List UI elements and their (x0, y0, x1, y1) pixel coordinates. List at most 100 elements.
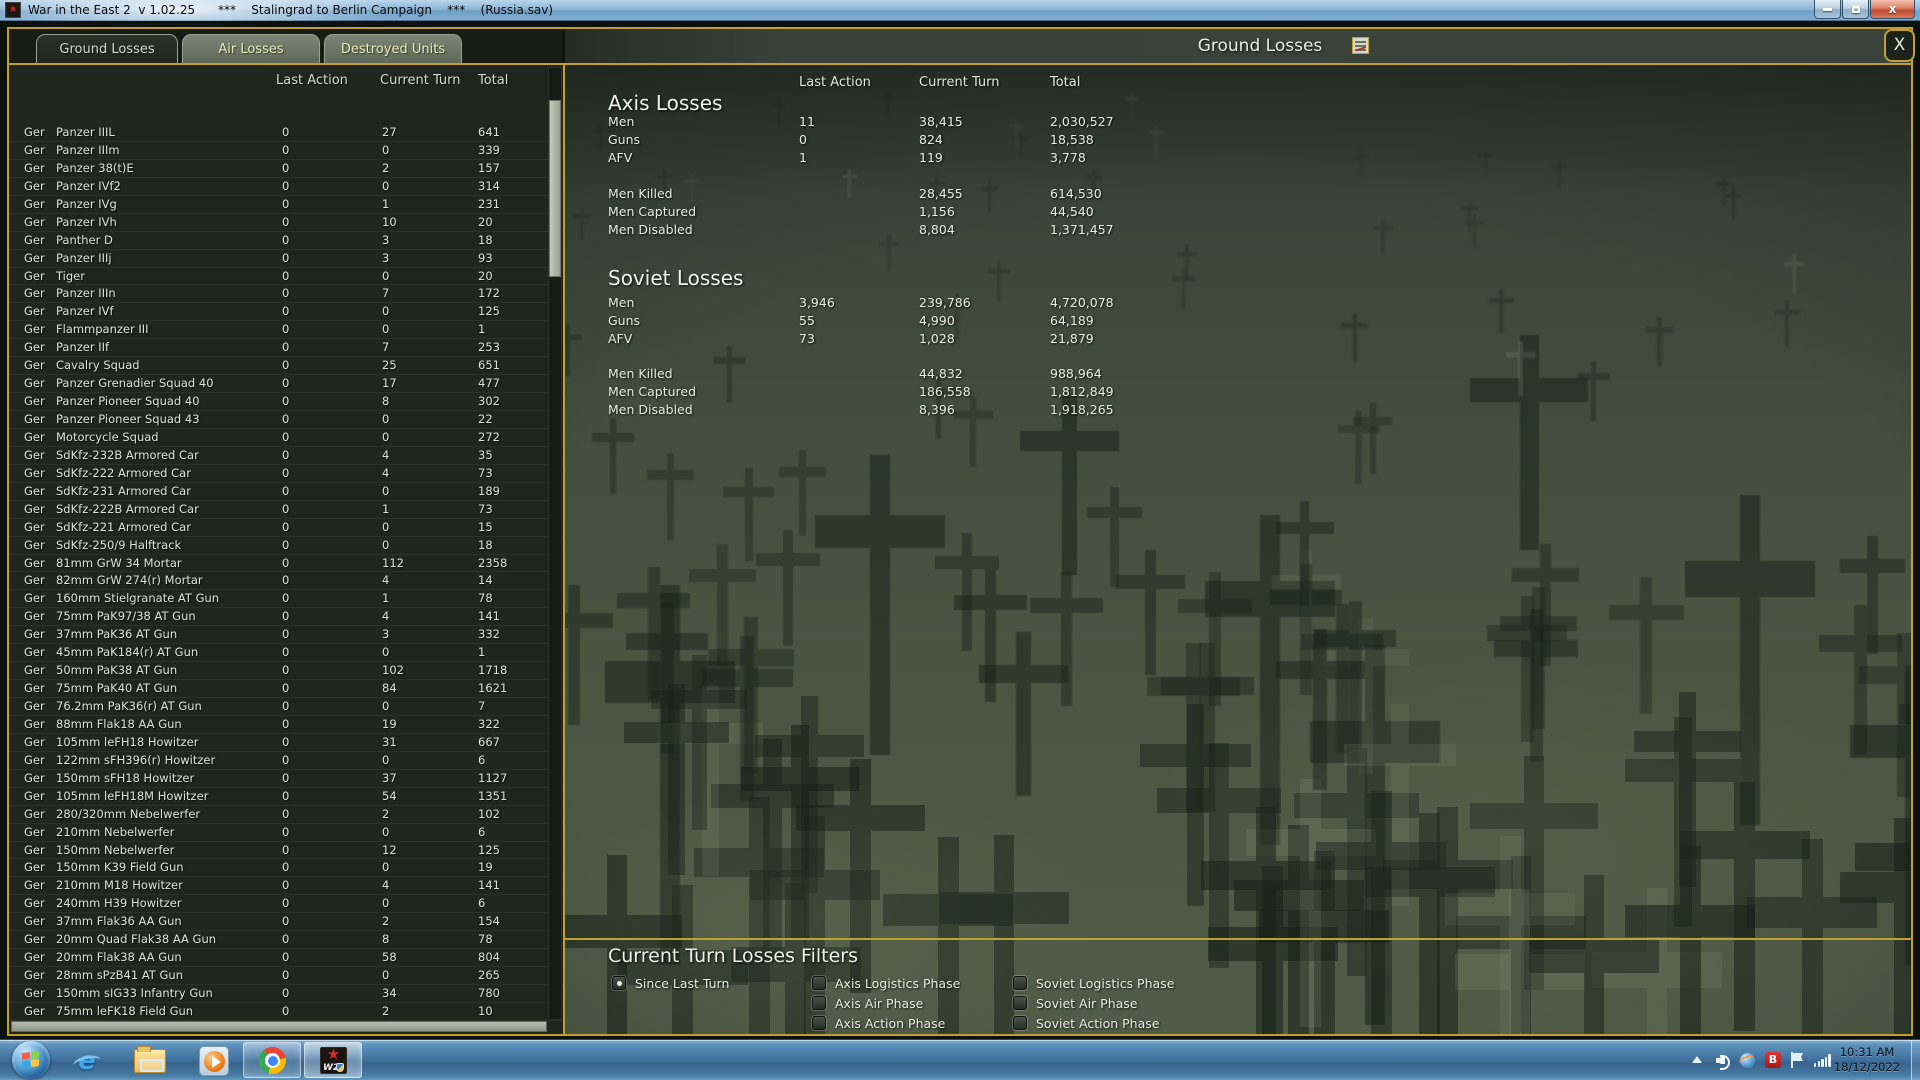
table-row[interactable]: Ger Panther D 0 3 18 (9, 232, 563, 250)
table-row[interactable]: Ger Panzer 38(t)E 0 2 157 (9, 160, 563, 178)
table-row[interactable]: Ger Motorcycle Squad 0 0 272 (9, 429, 563, 447)
checkbox-box[interactable] (812, 976, 826, 990)
col-header-current-turn: Current Turn (380, 73, 461, 88)
checkbox-box[interactable] (812, 1016, 826, 1030)
table-row[interactable]: Ger SdKfz-231 Armored Car 0 0 189 (9, 483, 563, 501)
app-icon[interactable]: ★ (5, 2, 21, 18)
tab-air-losses[interactable]: Air Losses (182, 34, 320, 63)
table-row[interactable]: Ger SdKfz-250/9 Halftrack 0 0 18 (9, 537, 563, 555)
table-row[interactable]: Ger 210mm Nebelwerfer 0 0 6 (9, 824, 563, 842)
table-row[interactable]: Ger 122mm sFH396(r) Howitzer 0 0 6 (9, 752, 563, 770)
table-row[interactable]: Ger 210mm M18 Howitzer 0 4 141 (9, 877, 563, 896)
table-row[interactable]: Ger 50mm PaK38 AT Gun 0 102 1718 (9, 662, 563, 681)
desktop: ★ War in the East 2 v 1.02.25 *** Stalin… (0, 0, 1920, 1080)
table-row[interactable]: Ger 150mm sIG33 Infantry Gun 0 34 780 (9, 985, 563, 1003)
wite2-taskbar-button[interactable]: ★ W2 (304, 1042, 362, 1078)
game-window: Ground Losses Air Losses Destroyed Units… (0, 22, 1920, 1039)
checkbox-box[interactable] (1013, 996, 1027, 1010)
table-row[interactable]: Ger 75mm leFK18 Field Gun 0 2 10 (9, 1003, 563, 1021)
table-row[interactable]: Ger Panzer Grenadier Squad 40 0 17 477 (9, 375, 563, 394)
close-icon: x (1888, 2, 1897, 16)
minimize-button[interactable] (1814, 0, 1841, 19)
internet-explorer-icon[interactable]: e (72, 1046, 102, 1076)
table-row[interactable]: Ger Panzer IVf 0 0 125 (9, 303, 563, 322)
table-row[interactable]: Ger Panzer IVf2 0 0 314 (9, 178, 563, 196)
table-row[interactable]: Ger 20mm Flak38 AA Gun 0 58 804 (9, 949, 563, 968)
game-close-button[interactable]: X (1884, 29, 1915, 62)
shield-icon (336, 1063, 344, 1072)
antivirus-b-icon[interactable]: B (1765, 1052, 1781, 1068)
table-row[interactable]: Ger 20mm Quad Flak38 AA Gun 0 8 78 (9, 931, 563, 950)
horizontal-scrollbar[interactable] (11, 1021, 547, 1032)
volume-icon[interactable] (1716, 1054, 1730, 1070)
windows-explorer-icon[interactable] (134, 1046, 166, 1073)
table-row[interactable]: Ger Panzer IVg 0 1 231 (9, 196, 563, 214)
gold-divider-vertical (563, 65, 565, 1036)
gold-divider-horizontal (7, 63, 1913, 65)
table-row[interactable]: Ger Panzer IVh 0 10 20 (9, 214, 563, 232)
phase-filter-checkboxes: Axis Logistics Phase Axis Air Phase Axis A… (565, 65, 1911, 1036)
table-row[interactable]: Ger 88mm Flak18 AA Gun 0 19 322 (9, 716, 563, 734)
network-globe-icon[interactable] (1740, 1053, 1755, 1068)
table-row[interactable]: Ger 105mm leFH18 Howitzer 0 31 667 (9, 734, 563, 752)
report-icon[interactable] (1352, 37, 1369, 54)
checkbox-box[interactable] (812, 996, 826, 1010)
table-row[interactable]: Ger SdKfz-232B Armored Car 0 4 35 (9, 447, 563, 465)
table-row[interactable]: Ger SdKfz-221 Armored Car 0 0 15 (9, 519, 563, 537)
tab-ground-losses[interactable]: Ground Losses (36, 34, 178, 63)
table-row[interactable]: Ger 81mm GrW 34 Mortar 0 112 2358 (9, 555, 563, 573)
table-row[interactable]: Ger 76.2mm PaK36(r) AT Gun 0 0 7 (9, 698, 563, 716)
window-title: War in the East 2 v 1.02.25 *** Stalingr… (28, 3, 554, 17)
losses-summary-panel: Last Action Current Turn Total Axis Loss… (565, 65, 1911, 1036)
chrome-taskbar-button[interactable] (243, 1042, 301, 1078)
table-row[interactable]: Ger Panzer Pioneer Squad 43 0 0 22 (9, 411, 563, 429)
tray-expand-icon[interactable] (1692, 1056, 1702, 1063)
page-title: Ground Losses (1197, 36, 1323, 56)
table-row[interactable]: Ger Panzer Pioneer Squad 40 0 8 302 (9, 393, 563, 411)
table-row[interactable]: Ger 45mm PaK184(r) AT Gun 0 0 1 (9, 644, 563, 663)
table-row[interactable]: Ger 240mm H39 Howitzer 0 0 6 (9, 895, 563, 914)
table-row[interactable]: Ger Panzer IIIn 0 7 172 (9, 285, 563, 304)
col-header-total: Total (478, 73, 509, 88)
table-row[interactable]: Ger Panzer IIIm 0 0 339 (9, 142, 563, 160)
game-close-icon: X (1893, 35, 1906, 55)
start-button[interactable] (12, 1041, 50, 1079)
show-desktop-button[interactable] (1911, 1040, 1920, 1080)
windows-flag-icon (22, 1051, 40, 1069)
vertical-scrollbar-thumb[interactable] (549, 100, 561, 277)
media-player-icon[interactable] (199, 1046, 229, 1076)
restore-button[interactable] (1842, 0, 1869, 19)
table-row[interactable]: Ger Panzer IIIj 0 3 93 (9, 250, 563, 268)
table-row[interactable]: Ger SdKfz-222B Armored Car 0 1 73 (9, 501, 563, 519)
table-row[interactable]: Ger 37mm PaK36 AT Gun 0 3 332 (9, 626, 563, 645)
table-row[interactable]: Ger 82mm GrW 274(r) Mortar 0 4 14 (9, 572, 563, 591)
table-row[interactable]: Ger SdKfz-222 Armored Car 0 4 73 (9, 465, 563, 483)
checkbox-box[interactable] (1013, 976, 1027, 990)
table-row[interactable]: Ger Panzer IIIL 0 27 641 (9, 124, 563, 142)
table-row[interactable]: Ger 37mm Flak36 AA Gun 0 2 154 (9, 913, 563, 932)
restore-icon (1851, 5, 1860, 13)
table-row[interactable]: Ger 150mm Nebelwerfer 0 12 125 (9, 842, 563, 860)
table-row[interactable]: Ger Flammpanzer III 0 0 1 (9, 321, 563, 340)
clock-time: 10:31 AM (1839, 1045, 1895, 1059)
taskbar-clock[interactable]: 10:31 AM 18/12/2022 (1828, 1045, 1906, 1075)
table-row[interactable]: Ger Cavalry Squad 0 25 651 (9, 357, 563, 376)
close-window-button[interactable]: x (1870, 0, 1915, 19)
action-center-flag-icon[interactable] (1790, 1052, 1804, 1068)
table-row[interactable]: Ger 75mm PaK97/38 AT Gun 0 4 141 (9, 608, 563, 627)
table-row[interactable]: Ger Panzer IIf 0 7 253 (9, 339, 563, 358)
table-row[interactable]: Ger 105mm leFH18M Howitzer 0 54 1351 (9, 788, 563, 806)
tab-destroyed-units[interactable]: Destroyed Units (324, 34, 462, 63)
minimize-icon (1823, 7, 1832, 11)
table-row[interactable]: Ger 160mm Stielgranate AT Gun 0 1 78 (9, 590, 563, 609)
table-row[interactable]: Ger Tiger 0 0 20 (9, 268, 563, 286)
taskbar: e ★ W2 B 10:31 AM 18/12/2022 (0, 1039, 1920, 1080)
table-row[interactable]: Ger 150mm K39 Field Gun 0 0 19 (9, 859, 563, 878)
clock-date: 18/12/2022 (1833, 1060, 1901, 1074)
table-row[interactable]: Ger 280/320mm Nebelwerfer 0 2 102 (9, 806, 563, 824)
table-row[interactable]: Ger 75mm PaK40 AT Gun 0 84 1621 (9, 680, 563, 698)
checkbox-box[interactable] (1013, 1016, 1027, 1030)
table-row[interactable]: Ger 150mm sFH18 Howitzer 0 37 1127 (9, 770, 563, 788)
col-header-last-action: Last Action (276, 73, 348, 88)
table-row[interactable]: Ger 28mm sPzB41 AT Gun 0 0 265 (9, 967, 563, 985)
